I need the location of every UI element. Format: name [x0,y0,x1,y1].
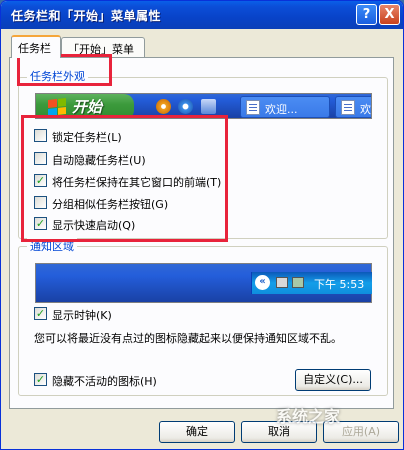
keep-on-top-label: 将任务栏保持在其它窗口的前端(T) [52,176,222,189]
show-clock-label: 显示时钟(K) [52,309,112,322]
auto-hide-checkbox[interactable] [34,152,47,165]
keep-on-top-checkbox[interactable]: ✓ [34,174,47,187]
site-watermark: 系统之家 [276,407,341,426]
notification-area-title: 通知区域 [27,238,77,254]
network-icon [276,277,288,288]
start-button-preview: 开始 [36,94,134,118]
group-buttons-label: 分组相似任务栏按钮(G) [52,198,169,211]
task-button-label: 欢迎... [265,103,298,116]
notification-description: 您可以将最近没有点过的图标隐藏起来以便保持通知区域不乱。 [34,332,342,345]
customize-button[interactable]: 自定义(C)... [295,369,371,391]
taskbar-properties-dialog: 任务栏和「开始」菜单属性 ? X 任务栏 「开始」菜单 任务栏外观 开始 欢迎.… [0,0,404,450]
hide-inactive-checkbox[interactable]: ✓ [34,373,47,386]
taskbar-preview: 开始 欢迎... 欢迎 [35,93,372,119]
task-button-label: 欢迎 [360,103,371,116]
media-player-icon [156,99,171,114]
document-icon [246,100,260,115]
task-button-welcome-1: 欢迎... [240,96,330,118]
volume-icon [292,277,304,288]
internet-explorer-icon [178,99,193,114]
notification-area-preview: « 下午 5:53 [35,263,372,303]
task-button-welcome-2: 欢迎 [335,96,371,118]
help-button[interactable]: ? [356,4,377,25]
auto-hide-label: 自动隐藏任务栏(U) [52,154,146,167]
lock-taskbar-checkbox[interactable] [34,129,47,142]
ok-button[interactable]: 确定 [159,421,235,443]
close-button[interactable]: X [379,4,400,25]
clock-preview: 下午 5:53 [314,278,365,291]
windows-logo-icon [48,98,66,116]
taskbar-appearance-title: 任务栏外观 [27,68,88,84]
quick-launch-checkbox[interactable]: ✓ [34,217,47,230]
group-buttons-checkbox[interactable] [34,196,47,209]
start-label: 开始 [72,98,103,116]
quick-launch-label: 显示快速启动(Q) [52,219,136,232]
hide-inactive-label: 隐藏不活动的图标(H) [52,375,157,388]
show-clock-checkbox[interactable]: ✓ [34,307,47,320]
chevron-left-icon: « [255,275,270,290]
system-tray-preview: « 下午 5:53 [251,272,372,294]
window-title: 任务栏和「开始」菜单属性 [11,9,162,23]
title-bar[interactable]: 任务栏和「开始」菜单属性 ? X [1,1,403,29]
tab-start-menu[interactable]: 「开始」菜单 [61,37,145,57]
document-icon [341,100,355,115]
tab-taskbar[interactable]: 任务栏 [11,35,61,58]
lock-taskbar-label: 锁定任务栏(L) [52,131,122,144]
show-desktop-icon [201,99,216,114]
